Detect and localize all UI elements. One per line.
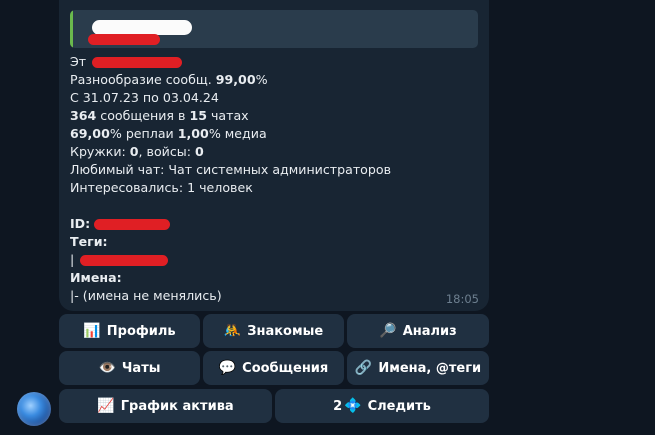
- messages-line: 364 сообщения в 15 чатах: [70, 107, 480, 125]
- messages-button-label: Сообщения: [242, 360, 329, 376]
- messages-button[interactable]: 💬 Сообщения: [203, 351, 344, 385]
- media-pct: 1,00: [177, 126, 209, 141]
- diversity-unit: %: [255, 72, 268, 87]
- quoted-reply[interactable]: [70, 10, 478, 48]
- acquaintances-button-label: Знакомые: [247, 323, 324, 339]
- wrestlers-icon: 🤼: [223, 323, 242, 339]
- diversity-line: Разнообразие сообщ. 99,00%: [70, 71, 480, 89]
- follow-button[interactable]: 2 💠 Следить: [275, 389, 489, 423]
- replies-line: 69,00% реплаи 1,00% медиа: [70, 125, 480, 143]
- period-line: С 31.07.23 по 03.04.24: [70, 90, 219, 105]
- circles-label: Кружки:: [70, 144, 130, 159]
- tags-label: Теги:: [70, 234, 108, 249]
- redaction-mark: [92, 20, 192, 35]
- partial-label: Эт: [70, 54, 87, 69]
- analysis-button[interactable]: 🔎 Анализ: [347, 314, 489, 348]
- chats-unit: чатах: [206, 108, 249, 123]
- names-value-line: |- (имена не менялись): [70, 288, 222, 303]
- redaction-mark: [80, 255, 169, 266]
- replies-mid: % реплаи: [109, 126, 178, 141]
- chats-count: 15: [189, 108, 207, 123]
- chats-button[interactable]: 👁️ Чаты: [59, 351, 200, 385]
- chats-button-label: Чаты: [121, 360, 161, 376]
- bot-avatar[interactable]: [17, 392, 51, 426]
- voices-label: , войсы:: [138, 144, 195, 159]
- magnifier-icon: 🔎: [379, 323, 397, 339]
- names-tags-button-label: Имена, @теги: [378, 360, 482, 376]
- diversity-label: Разнообразие сообщ.: [70, 72, 212, 87]
- acquaintances-button[interactable]: 🤼 Знакомые: [203, 314, 344, 348]
- media-unit: % медиа: [208, 126, 267, 141]
- follow-button-prefix: 2: [333, 398, 343, 414]
- activity-chart-button[interactable]: 📈 График актива: [59, 389, 272, 423]
- tags-label-line: Теги:: [70, 233, 480, 251]
- analysis-button-label: Анализ: [402, 323, 457, 339]
- messages-count: 364: [70, 108, 97, 123]
- bar-chart-icon: 📊: [83, 323, 101, 339]
- voices-value: 0: [194, 144, 204, 159]
- replies-pct: 69,00: [70, 126, 110, 141]
- messages-mid: сообщения в: [96, 108, 190, 123]
- link-icon: 🔗: [354, 360, 373, 376]
- names-label-line: Имена:: [70, 269, 480, 287]
- circles-line: Кружки: 0, войсы: 0: [70, 143, 480, 161]
- diversity-value: 99,00: [215, 72, 256, 87]
- message-time: 18:05: [445, 292, 479, 306]
- diamond-icon: 💠: [344, 398, 362, 414]
- id-label: ID:: [70, 216, 91, 231]
- names-tags-button[interactable]: 🔗 Имена, @теги: [347, 351, 489, 385]
- trending-chart-icon: 📈: [97, 398, 115, 414]
- tags-value-line: |: [70, 251, 480, 269]
- activity-chart-button-label: График актива: [120, 398, 234, 414]
- quote-accent-bar: [70, 10, 73, 48]
- speech-bubble-icon: 💬: [218, 360, 237, 376]
- redaction-mark: [92, 57, 183, 68]
- follow-button-label: Следить: [367, 398, 431, 414]
- tags-prefix: |: [70, 252, 75, 267]
- interested-line: Интересовались: 1 человек: [70, 180, 253, 195]
- profile-button-label: Профиль: [106, 323, 176, 339]
- circles-value: 0: [129, 144, 139, 159]
- partial-line: Эт: [70, 53, 480, 71]
- redaction-mark: [88, 34, 160, 45]
- message-bubble: Эт Разнообразие сообщ. 99,00% С 31.07.23…: [59, 0, 489, 311]
- names-label: Имена:: [70, 270, 122, 285]
- profile-button[interactable]: 📊 Профиль: [59, 314, 200, 348]
- redaction-mark: [94, 219, 171, 230]
- id-line: ID:: [70, 215, 480, 233]
- message-text: Эт Разнообразие сообщ. 99,00% С 31.07.23…: [70, 53, 480, 305]
- favorite-chat-line: Любимый чат: Чат системных администратор…: [70, 162, 391, 177]
- eye-icon: 👁️: [98, 360, 116, 376]
